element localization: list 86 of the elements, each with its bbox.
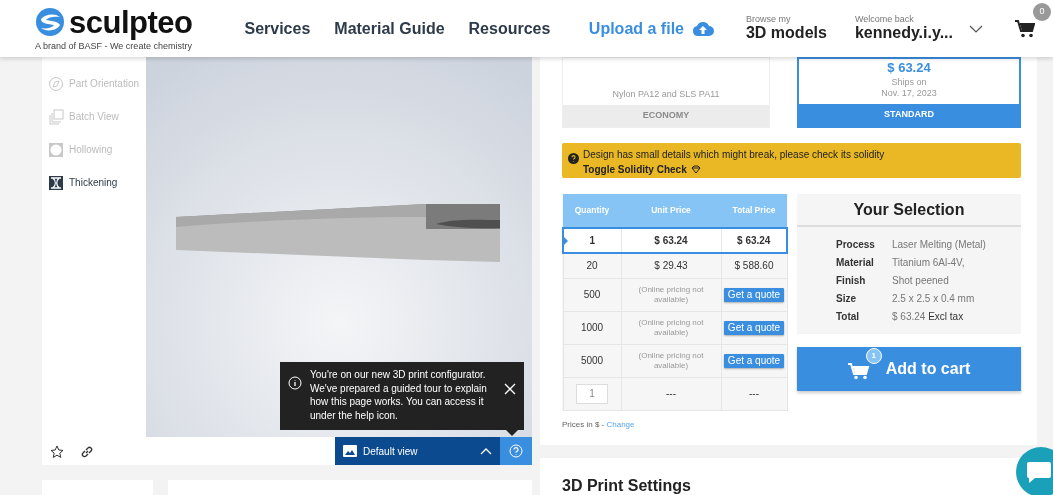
table-cell: $ 588.60 — [721, 253, 787, 278]
table-cell: 1 — [563, 228, 621, 253]
table-cell: (Online pricing not available) — [621, 311, 721, 344]
tool-item[interactable]: Part Orientation — [48, 67, 140, 100]
table-cell: 1000 — [563, 311, 621, 344]
account-caption: Welcome back — [854, 15, 915, 25]
field-value: Shot peened — [892, 274, 950, 288]
tooltip-text: You're on our new 3D print configurator. We've prepared a guided tour to explain how this page works. You can access it under the help icon. — [310, 368, 488, 423]
table-cell: 20 — [563, 253, 621, 278]
brand-tagline: A brand of BASF - We create chemistry — [35, 41, 193, 51]
column-header: Unit Price — [621, 194, 721, 228]
solidity-toggle-link[interactable]: Toggle Solidity Check — [583, 162, 885, 177]
hollow-square-icon — [48, 141, 64, 158]
add-to-cart-button[interactable]: 1 Add to cart — [797, 347, 1021, 391]
panel-title: Your Selection — [797, 194, 1021, 227]
table-cell: --- — [721, 377, 787, 410]
ship-date: Nov. 17, 2023 — [881, 88, 937, 100]
nav-link[interactable]: Resources — [468, 16, 551, 41]
nav-link[interactable]: Services — [244, 16, 311, 41]
field-value: 2.5 x 2.5 x 0.4 mm — [892, 292, 976, 306]
cart-count-badge: 0 — [1033, 2, 1051, 21]
quantity-field[interactable]: 1 — [576, 383, 608, 404]
close-icon — [504, 382, 516, 395]
delivery-option[interactable]: $ 63.24 Ships on Nov. 17, 2023 STANDARD — [797, 57, 1021, 128]
question-icon — [568, 153, 579, 164]
field-value: $ 63.24 Excl tax — [892, 310, 965, 324]
quote-button[interactable]: Get a quote — [723, 353, 785, 368]
table-cell: 5000 — [563, 344, 621, 377]
field-label: Finish — [836, 274, 867, 288]
image-icon — [343, 445, 357, 457]
field-label: Process — [836, 238, 876, 252]
diamond-icon — [690, 165, 701, 174]
column-header: Quantity — [563, 194, 621, 228]
view-dropdown[interactable]: Default view — [335, 437, 500, 465]
info-icon — [288, 376, 302, 390]
star-icon — [50, 444, 64, 459]
stacked-squares-icon — [48, 108, 64, 125]
tool-item[interactable]: Batch View — [48, 100, 140, 133]
tool-label: Hollowing — [69, 143, 113, 157]
change-link[interactable]: Change — [606, 419, 635, 429]
table-cell: --- — [621, 377, 721, 410]
help-button[interactable] — [500, 437, 532, 465]
column-header: Total Price — [721, 194, 787, 228]
chat-button[interactable] — [1016, 447, 1053, 495]
account-menu[interactable]: Welcome back kennedy.i.y... — [850, 15, 983, 42]
link-icon — [80, 444, 94, 459]
field-label: Total — [836, 310, 861, 324]
upload-label: Upload a file — [588, 18, 684, 39]
models-link[interactable]: Browse my 3D models — [737, 15, 827, 42]
field-value: Titanium 6Al-4V, — [892, 256, 966, 270]
table-cell: $ 63.24 — [721, 228, 787, 253]
warning-text: Design has small details which might break, please check its solidity — [583, 148, 885, 162]
field-label: Size — [836, 292, 857, 306]
tool-label: Thickening — [69, 176, 118, 190]
chat-icon — [1026, 460, 1052, 484]
price: $ 63.24 — [887, 59, 931, 77]
cart-icon — [1015, 20, 1035, 39]
upload-link[interactable]: Upload a file — [588, 16, 714, 41]
logo-icon — [35, 7, 65, 37]
logo-text: sculpteo — [69, 6, 193, 38]
quote-button[interactable]: Get a quote — [723, 287, 785, 302]
cart-badge: 1 — [865, 348, 882, 364]
tool-label: Part Orientation — [69, 77, 140, 91]
account-name: kennedy.i.y... — [854, 24, 953, 42]
table-cell: (Online pricing not available) — [621, 344, 721, 377]
field-label: Material — [836, 256, 875, 270]
table-cell: $ 63.24 — [621, 228, 721, 253]
ship-label: Ships on — [891, 76, 927, 89]
tool-label: Batch View — [69, 110, 119, 124]
thickness-icon — [48, 174, 64, 191]
quote-button[interactable]: Get a quote — [723, 320, 785, 335]
note-text: Nylon PA12 and SLS PA11 — [612, 89, 720, 101]
table-cell: 500 — [563, 278, 621, 311]
table-cell: (Online pricing not available) — [621, 278, 721, 311]
chevron-up-icon — [480, 447, 492, 455]
upload-cloud-icon — [691, 20, 714, 37]
tool-item[interactable]: Thickening — [48, 166, 140, 199]
currency-note: Prices in $ - — [562, 419, 605, 429]
nav-link[interactable]: Material Guide — [334, 16, 445, 41]
table-cell: $ 29.43 — [621, 253, 721, 278]
help-icon — [509, 444, 523, 458]
field-value: Laser Melting (Metal) — [892, 238, 987, 252]
delivery-option[interactable]: Nylon PA12 and SLS PA11 ECONOMY — [562, 57, 770, 128]
chevron-down-icon — [969, 24, 983, 33]
tool-item[interactable]: Hollowing — [48, 133, 140, 166]
compass-icon — [48, 75, 64, 92]
